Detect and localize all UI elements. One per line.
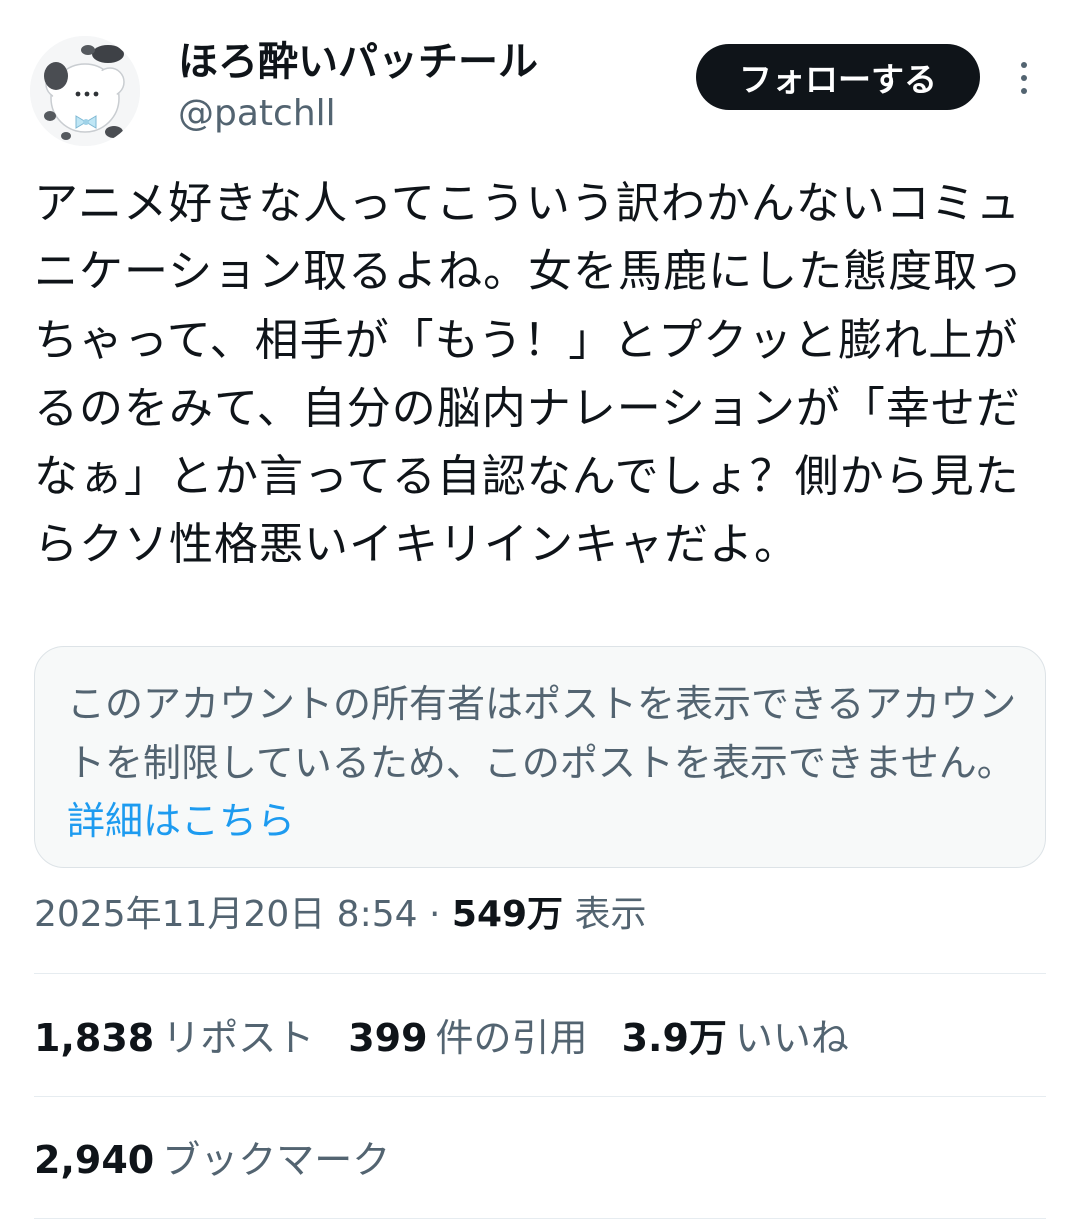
- likes-stat[interactable]: 3.9万 いいね: [622, 1012, 849, 1064]
- divider: [34, 973, 1046, 974]
- bookmarks-count: 2,940: [34, 1138, 155, 1182]
- bookmarks-stat[interactable]: 2,940 ブックマーク: [34, 1134, 390, 1186]
- likes-count: 3.9万: [621, 1016, 727, 1060]
- tweet-text: アニメ好きな人ってこういう訳わかんないコミュニケーション取るよね。女を馬鹿にした…: [34, 178, 1024, 571]
- more-vertical-icon[interactable]: [1004, 54, 1044, 102]
- user-handle[interactable]: @patchll: [178, 92, 336, 136]
- reposts-stat[interactable]: 1,838 リポスト: [34, 1012, 314, 1064]
- views-label: 表示: [574, 894, 647, 935]
- spinda-avatar-icon: [30, 36, 140, 146]
- avatar[interactable]: [30, 36, 140, 146]
- engagement-stats: 1,838 リポスト 399 件の引用 3.9万 いいね: [34, 1012, 883, 1064]
- divider: [34, 1096, 1046, 1097]
- views-count: 549万: [451, 894, 564, 935]
- reposts-count: 1,838: [34, 1016, 155, 1060]
- display-name[interactable]: ほろ酔いパッチール: [178, 38, 538, 86]
- notice-text-block: このアカウントの所有者はポストを表示できるアカウントを制限しているため、このポス…: [67, 675, 1017, 851]
- quotes-label: 件の引用: [435, 1016, 588, 1060]
- more-dot: [1021, 62, 1027, 68]
- meta-separator: ·: [428, 894, 441, 935]
- quotes-count: 399: [348, 1016, 428, 1060]
- likes-label: いいね: [734, 1016, 849, 1060]
- post-timestamp[interactable]: 2025年11月20日 8:54: [34, 894, 418, 935]
- notice-message: このアカウントの所有者はポストを表示できるアカウントを制限しているため、このポス…: [67, 682, 1017, 785]
- more-dot: [1021, 88, 1027, 94]
- bookmark-stats: 2,940 ブックマーク: [34, 1134, 424, 1186]
- divider: [34, 1218, 1046, 1219]
- quotes-stat[interactable]: 399 件の引用: [348, 1012, 587, 1064]
- bookmarks-label: ブックマーク: [162, 1138, 391, 1182]
- learn-more-link[interactable]: 詳細はこちら: [67, 799, 295, 843]
- reposts-label: リポスト: [162, 1016, 315, 1060]
- follow-button[interactable]: フォローする: [696, 44, 980, 110]
- post-meta: 2025年11月20日 8:54 · 549万 表示: [34, 888, 647, 942]
- more-dot: [1021, 75, 1027, 81]
- restricted-post-notice: このアカウントの所有者はポストを表示できるアカウントを制限しているため、このポス…: [34, 646, 1046, 868]
